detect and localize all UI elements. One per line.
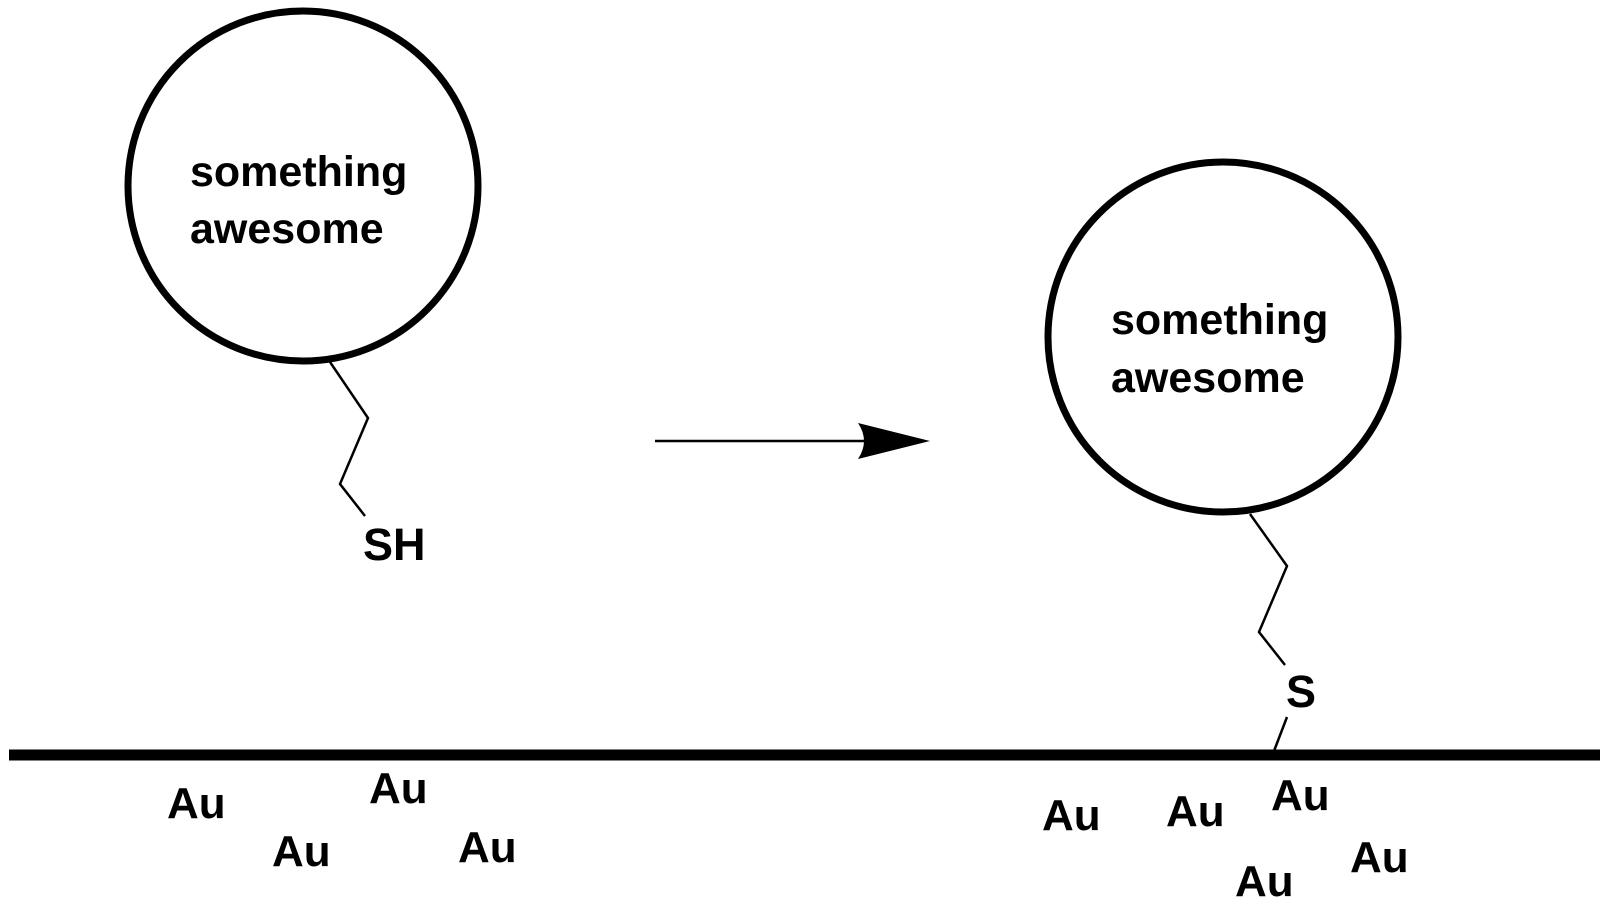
reactant-label-line2: awesome (190, 205, 384, 253)
au-atom-label: Au (1042, 791, 1101, 840)
reaction-arrow (655, 423, 930, 459)
product-label-line2: awesome (1111, 354, 1305, 402)
au-atom-label: Au (458, 823, 517, 872)
reactant-ethyl-chain (328, 361, 370, 517)
au-atom-label: Au (1350, 833, 1409, 882)
product-molecule: something awesome S (1044, 158, 1402, 752)
sulfur-gold-bond (1272, 716, 1289, 752)
reaction-arrow-head (858, 423, 930, 459)
thiol-group-label: SH (363, 519, 426, 570)
gold-atoms-left: Au Au Au Au (167, 764, 517, 876)
au-atom-label: Au (1166, 787, 1225, 836)
product-label-line1: something (1111, 296, 1328, 344)
sulfur-label: S (1286, 666, 1316, 717)
au-atom-label: Au (272, 827, 331, 876)
product-ethyl-chain (1248, 513, 1289, 666)
gold-atoms-right: Au Au Au Au Au (1042, 771, 1409, 906)
au-atom-label: Au (369, 764, 428, 813)
reactant-molecule: something awesome SH (124, 7, 482, 570)
thiol-gold-binding-diagram: something awesome SH something awesome S… (9, 7, 1600, 906)
reactant-label-line1: something (190, 148, 407, 196)
au-atom-label: Au (167, 779, 226, 828)
au-atom-label: Au (1235, 857, 1294, 906)
au-atom-label: Au (1271, 771, 1330, 820)
